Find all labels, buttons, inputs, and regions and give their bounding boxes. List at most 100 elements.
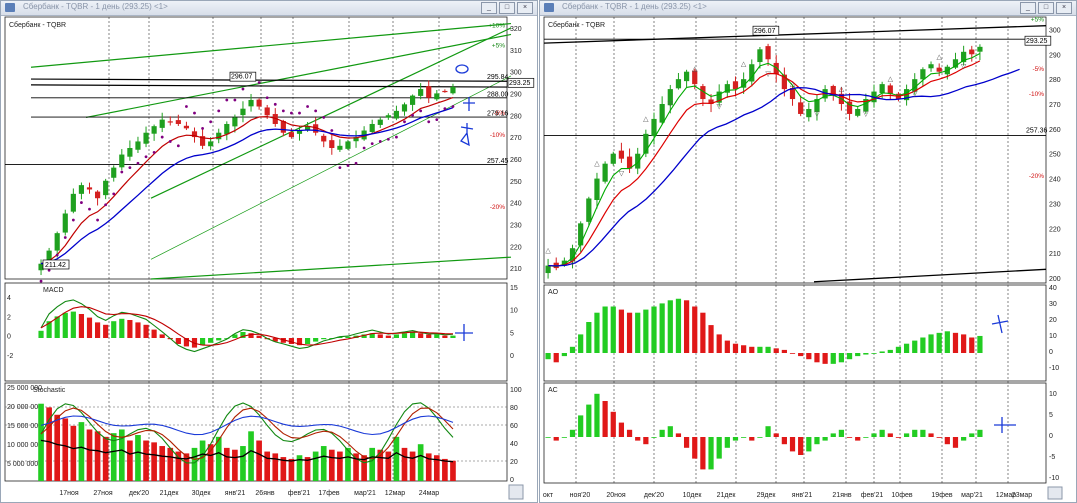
candle-body — [86, 187, 93, 190]
maximize-button[interactable]: □ — [1038, 2, 1054, 14]
ao-histogram-bar — [700, 312, 706, 353]
ao-histogram-bar — [920, 337, 926, 353]
candle-body — [879, 84, 885, 93]
parabolic-sar-dot — [176, 144, 180, 148]
ac-histogram-bar — [708, 437, 714, 470]
ao-histogram-bar — [545, 353, 551, 360]
parabolic-sar-dot — [395, 135, 398, 139]
volume-bar — [78, 422, 85, 481]
candle-body — [450, 86, 456, 94]
date-axis-label: дек'20 — [644, 492, 664, 499]
ao-histogram-bar — [675, 298, 682, 353]
close-button[interactable]: × — [1056, 2, 1072, 14]
volume-bar — [70, 425, 77, 481]
ac-histogram-bar — [732, 437, 739, 441]
axis-tick-label: 0 — [1049, 349, 1053, 356]
right-chart-window[interactable]: Сбербанк - TQBR - 1 день (293.25) <1> _ … — [539, 0, 1077, 503]
ac-histogram-bar — [610, 411, 616, 437]
right-chart-canvas[interactable]: Сбербанк - TQBR3002902802702602502402302… — [540, 15, 1076, 502]
volume-bar — [409, 451, 416, 481]
date-axis-label: 12мар — [385, 490, 405, 497]
candle-body — [659, 104, 665, 123]
macd-histogram-bar — [385, 335, 391, 338]
volume-bar — [450, 460, 456, 481]
ac-histogram-bar — [741, 437, 747, 438]
minimize-button[interactable]: _ — [1020, 2, 1036, 14]
left-titlebar[interactable]: Сбербанк - TQBR - 1 день (293.25) <1> _ … — [1, 1, 537, 16]
support-line — [813, 268, 1047, 283]
ema-slow-line — [40, 106, 454, 265]
candle-body — [256, 99, 262, 107]
volume-bar — [143, 440, 149, 481]
candle-body — [151, 126, 157, 134]
ao-histogram-bar — [553, 353, 559, 363]
price-tag-label: 211.42 — [45, 262, 66, 269]
parabolic-sar-dot — [160, 135, 164, 139]
macd-histogram-bar — [418, 333, 424, 338]
candle-body — [288, 132, 295, 138]
ac-histogram-bar — [863, 437, 869, 438]
volume-bar — [62, 418, 69, 481]
percent-level-label: +5% — [1031, 16, 1044, 23]
axis-tick-label: 10 — [1049, 391, 1057, 398]
hand-drawn-marks — [460, 97, 475, 147]
candle-body — [401, 104, 408, 112]
ac-histogram-bar — [806, 437, 812, 452]
volume-bar — [86, 429, 93, 481]
volume-bar — [312, 451, 319, 481]
ao-histogram-bar — [838, 353, 845, 363]
volume-bar — [442, 458, 448, 481]
volume-bar — [264, 451, 271, 481]
right-titlebar[interactable]: Сбербанк - TQBR - 1 день (293.25) <1> _ … — [540, 1, 1076, 16]
hand-drawn-cross — [991, 314, 1009, 334]
maximize-button[interactable]: □ — [499, 2, 515, 14]
fractal-up-icon: △ — [741, 61, 747, 68]
date-axis-label: 23мар — [1012, 492, 1032, 499]
minimize-button[interactable]: _ — [481, 2, 497, 14]
chart-app-icon — [544, 3, 554, 12]
macd-histogram-bar — [304, 338, 311, 344]
date-axis-label: 19фев — [931, 492, 952, 499]
axis-tick-label: 250 — [1049, 152, 1061, 159]
candle-body — [103, 180, 109, 196]
left-window-title: Сбербанк - TQBR - 1 день (293.25) <1> — [23, 2, 168, 11]
candle-body — [920, 69, 926, 80]
volume-bar — [135, 435, 141, 481]
axis-tick-label: 20 — [1049, 317, 1057, 324]
parabolic-sar-dot — [338, 166, 342, 170]
axis-tick-label: 0 — [510, 477, 514, 484]
trend-line — [85, 33, 512, 119]
macd-histogram-bar — [103, 324, 109, 338]
axis-tick-label: 300 — [510, 70, 522, 77]
ao-histogram-bar — [863, 353, 869, 355]
volume-bar — [328, 449, 335, 481]
candle-body — [418, 89, 424, 96]
left-chart-window[interactable]: Сбербанк - TQBR - 1 день (293.25) <1> _ … — [0, 0, 538, 503]
macd-histogram-bar — [86, 317, 93, 338]
candle-body — [651, 118, 657, 137]
chart-app-icon — [5, 3, 15, 12]
candle-body — [773, 62, 779, 75]
volume-bar — [320, 446, 327, 481]
parabolic-sar-dot — [201, 126, 204, 130]
candle-body — [732, 81, 739, 90]
close-button[interactable]: × — [517, 2, 533, 14]
ao-histogram-bar — [732, 343, 739, 353]
ac-histogram-bar — [871, 433, 877, 437]
ao-histogram-bar — [895, 346, 902, 353]
ao-histogram-bar — [944, 331, 950, 353]
macd-line — [40, 299, 454, 353]
resistance-line — [30, 78, 508, 82]
parabolic-sar-dot — [88, 207, 91, 211]
left-chart-canvas[interactable]: Сбербанк - TQBR3203103002902802702602502… — [1, 15, 537, 502]
axis-tick-label: 260 — [1049, 127, 1061, 134]
axis-tick-label: 220 — [510, 244, 522, 251]
candle-body — [377, 119, 383, 125]
ao-histogram-bar — [806, 353, 812, 360]
parabolic-sar-dot — [435, 118, 439, 122]
percent-level-label: -5% — [1032, 66, 1044, 73]
candle-body — [798, 102, 804, 114]
ao-histogram-bar — [871, 353, 877, 354]
macd-signal-line — [40, 306, 454, 346]
parabolic-sar-dot — [281, 109, 285, 113]
